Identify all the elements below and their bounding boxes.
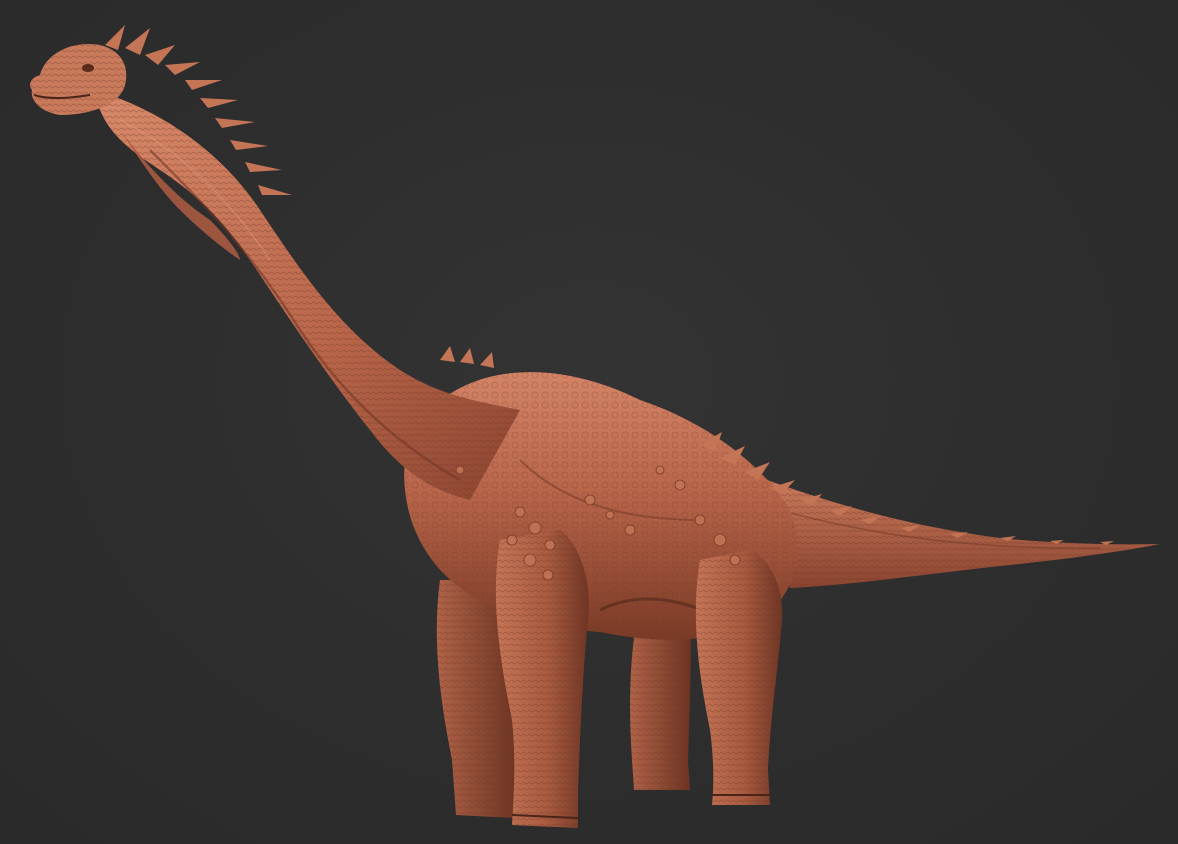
viewport-canvas[interactable]: [0, 0, 1178, 844]
dinosaur-sculpt: [30, 25, 1160, 828]
near-hind-leg: [695, 550, 783, 805]
tail: [740, 470, 1160, 588]
neck: [95, 90, 520, 500]
eye-icon: [82, 64, 94, 72]
